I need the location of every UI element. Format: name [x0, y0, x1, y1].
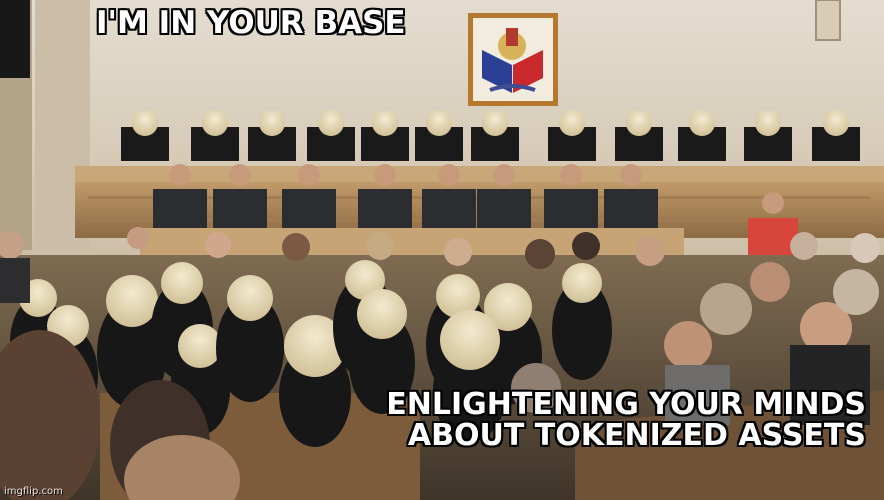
imgflip-watermark: imgflip.com — [4, 486, 63, 497]
bottom-caption-line-1: ENLIGHTENING YOUR MINDS — [386, 387, 866, 422]
tv-screen — [0, 0, 30, 78]
bottom-caption-line-2: ABOUT TOKENIZED ASSETS — [407, 417, 866, 453]
wall-speaker-icon — [815, 0, 841, 41]
judges-bench-top — [75, 166, 884, 182]
meme-image: I'M IN YOUR BASE ENLIGHTENING YOUR MINDS… — [0, 0, 884, 500]
top-caption: I'M IN YOUR BASE — [96, 5, 406, 41]
coat-of-arms-icon — [468, 13, 558, 106]
bottom-caption: ENLIGHTENING YOUR MINDS ABOUT TOKENIZED … — [386, 387, 866, 453]
